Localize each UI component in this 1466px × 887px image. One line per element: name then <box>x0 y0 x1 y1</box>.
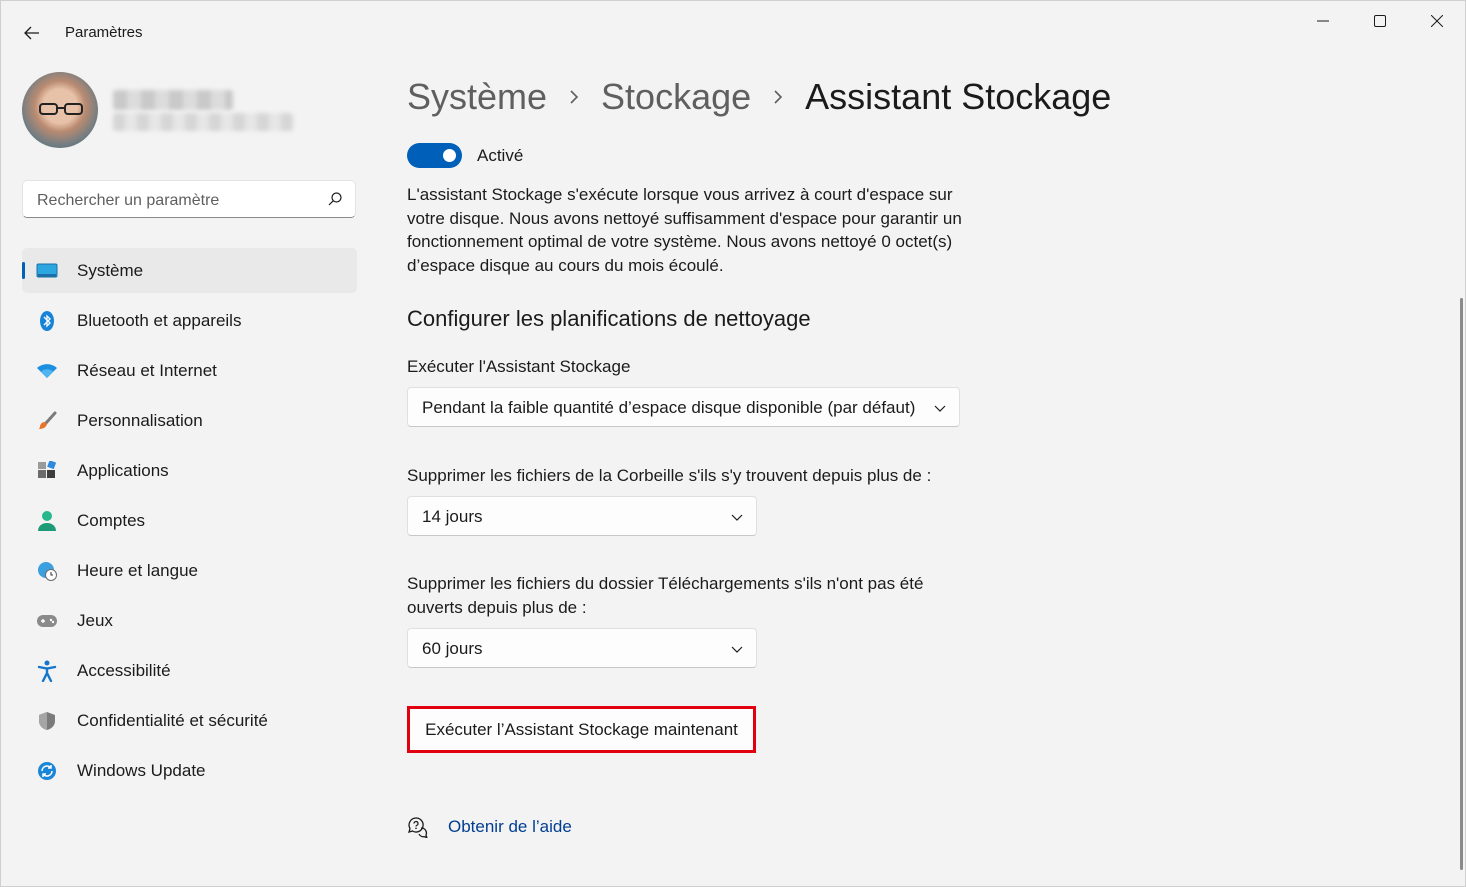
sidebar-item-label: Confidentialité et sécurité <box>77 711 268 730</box>
sidebar-item-label: Personnalisation <box>77 411 203 430</box>
arrow-left-icon <box>24 26 39 40</box>
breadcrumb: Système Stockage Assistant Stockage <box>407 74 1111 120</box>
scrollbar[interactable] <box>1460 298 1463 870</box>
help-chat-icon <box>408 817 428 838</box>
sidebar-item-label: Accessibilité <box>77 661 171 680</box>
gamepad-icon <box>36 610 58 632</box>
close-button[interactable] <box>1409 1 1465 41</box>
button-label: Exécuter l’Assistant Stockage maintenant <box>425 719 738 739</box>
search-icon[interactable] <box>327 191 343 207</box>
storage-sense-toggle[interactable] <box>407 143 462 168</box>
chevron-right-icon <box>569 89 579 105</box>
sidebar-item-heure-langue[interactable]: Heure et langue <box>22 548 357 593</box>
maximize-button[interactable] <box>1352 1 1408 41</box>
downloads-dropdown[interactable]: 60 jours <box>407 628 757 668</box>
minimize-button[interactable] <box>1295 1 1351 41</box>
recycle-bin-label: Supprimer les fichiers de la Corbeille s… <box>407 466 932 485</box>
run-storage-sense-now-button[interactable]: Exécuter l’Assistant Stockage maintenant <box>407 706 756 753</box>
sidebar-item-label: Jeux <box>77 611 113 630</box>
sidebar-item-label: Comptes <box>77 511 146 530</box>
recycle-bin-dropdown[interactable]: 14 jours <box>407 496 757 536</box>
app-title: Paramètres <box>65 24 143 41</box>
sidebar-item-label: Windows Update <box>77 761 206 780</box>
sidebar-item-label: Réseau et Internet <box>77 361 217 380</box>
sidebar-item-bluetooth[interactable]: Bluetooth et appareils <box>22 298 357 343</box>
chevron-down-icon <box>731 514 743 521</box>
account-name-redacted <box>113 90 233 110</box>
chevron-down-icon <box>731 646 743 653</box>
sidebar-item-accessibilite[interactable]: Accessibilité <box>22 648 357 693</box>
sidebar-item-reseau[interactable]: Réseau et Internet <box>22 348 357 393</box>
back-button[interactable] <box>17 19 47 47</box>
run-schedule-label: Exécuter l'Assistant Stockage <box>407 357 631 376</box>
avatar[interactable] <box>22 72 98 148</box>
breadcrumb-systeme[interactable]: Système <box>407 76 547 118</box>
minimize-icon <box>1317 20 1329 22</box>
downloads-label: Supprimer les fichiers du dossier Téléch… <box>407 574 924 617</box>
chevron-down-icon <box>934 405 946 412</box>
person-icon <box>36 510 58 532</box>
wifi-icon <box>36 360 58 382</box>
accessibility-icon <box>36 660 58 682</box>
settings-window: Paramètres Système <box>0 0 1466 887</box>
sidebar-item-label: Bluetooth et appareils <box>77 311 242 330</box>
sidebar-item-label: Heure et langue <box>77 561 198 580</box>
storage-sense-description: L'assistant Stockage s'exécute lorsque v… <box>407 185 962 275</box>
dropdown-value: 60 jours <box>422 639 483 658</box>
brush-icon <box>36 410 58 432</box>
sidebar-item-systeme[interactable]: Système <box>22 248 357 293</box>
display-icon <box>36 260 58 282</box>
dropdown-value: 14 jours <box>422 507 483 526</box>
globe-clock-icon <box>36 560 58 582</box>
maximize-icon <box>1374 15 1386 27</box>
toggle-state-label: Activé <box>477 146 524 165</box>
bluetooth-icon <box>36 310 58 332</box>
sidebar-item-label: Système <box>77 261 144 280</box>
sidebar-nav: Système Bluetooth et appareils Réseau et… <box>22 248 357 798</box>
sidebar-item-applications[interactable]: Applications <box>22 448 357 493</box>
apps-icon <box>36 460 58 482</box>
chevron-right-icon <box>773 89 783 105</box>
search-box[interactable] <box>22 180 356 218</box>
sidebar-item-windows-update[interactable]: Windows Update <box>22 748 357 793</box>
sidebar-item-jeux[interactable]: Jeux <box>22 598 357 643</box>
sidebar-item-confidentialite[interactable]: Confidentialité et sécurité <box>22 698 357 743</box>
search-input[interactable] <box>35 189 319 213</box>
title-bar: Paramètres <box>1 1 1465 49</box>
sidebar-item-comptes[interactable]: Comptes <box>22 498 357 543</box>
toggle-knob <box>443 149 456 162</box>
shield-icon <box>36 710 58 732</box>
update-icon <box>36 760 58 782</box>
sidebar-item-personnalisation[interactable]: Personnalisation <box>22 398 357 443</box>
close-icon <box>1431 15 1443 27</box>
section-title: Configurer les planifications de nettoya… <box>407 306 811 331</box>
help-link-label: Obtenir de l’aide <box>448 817 572 836</box>
account-email-redacted <box>113 113 293 131</box>
page-title: Assistant Stockage <box>805 76 1112 117</box>
dropdown-value: Pendant la faible quantité d’espace disq… <box>422 398 916 417</box>
sidebar-item-label: Applications <box>77 461 169 480</box>
breadcrumb-stockage[interactable]: Stockage <box>601 76 751 118</box>
help-link[interactable]: Obtenir de l’aide <box>407 816 572 838</box>
run-schedule-dropdown[interactable]: Pendant la faible quantité d’espace disq… <box>407 387 960 427</box>
glasses-icon <box>39 103 83 115</box>
